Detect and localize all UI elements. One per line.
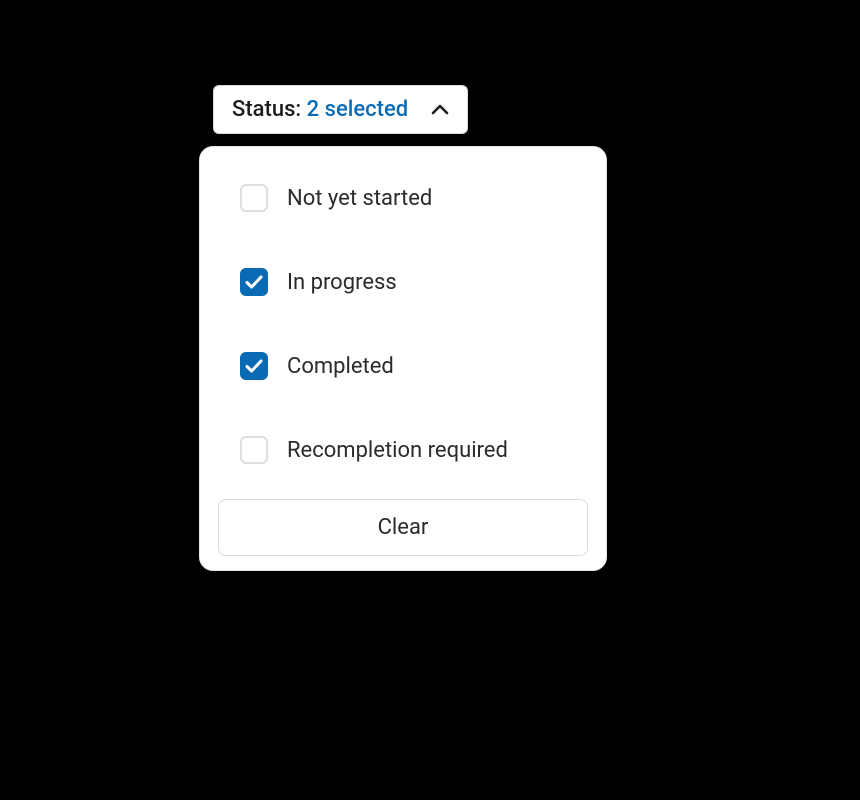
status-filter-text: Status: 2 selected bbox=[232, 97, 408, 122]
status-filter-value: 2 selected bbox=[307, 97, 408, 122]
option-recompletion-required[interactable]: Recompletion required bbox=[218, 425, 588, 475]
option-label: In progress bbox=[287, 270, 397, 295]
option-not-yet-started[interactable]: Not yet started bbox=[218, 173, 588, 223]
clear-button[interactable]: Clear bbox=[218, 499, 588, 556]
status-filter-dropdown: Not yet started In progress Completed Re… bbox=[199, 146, 607, 571]
checkbox-unchecked-icon bbox=[240, 436, 268, 464]
checkbox-checked-icon bbox=[240, 352, 268, 380]
checkbox-checked-icon bbox=[240, 268, 268, 296]
option-label: Completed bbox=[287, 354, 394, 379]
option-in-progress[interactable]: In progress bbox=[218, 257, 588, 307]
status-filter-trigger[interactable]: Status: 2 selected bbox=[213, 85, 468, 134]
option-completed[interactable]: Completed bbox=[218, 341, 588, 391]
checkbox-unchecked-icon bbox=[240, 184, 268, 212]
option-label: Recompletion required bbox=[287, 438, 508, 463]
option-label: Not yet started bbox=[287, 186, 432, 211]
chevron-up-icon bbox=[431, 104, 449, 116]
status-filter-label: Status: bbox=[232, 97, 307, 122]
